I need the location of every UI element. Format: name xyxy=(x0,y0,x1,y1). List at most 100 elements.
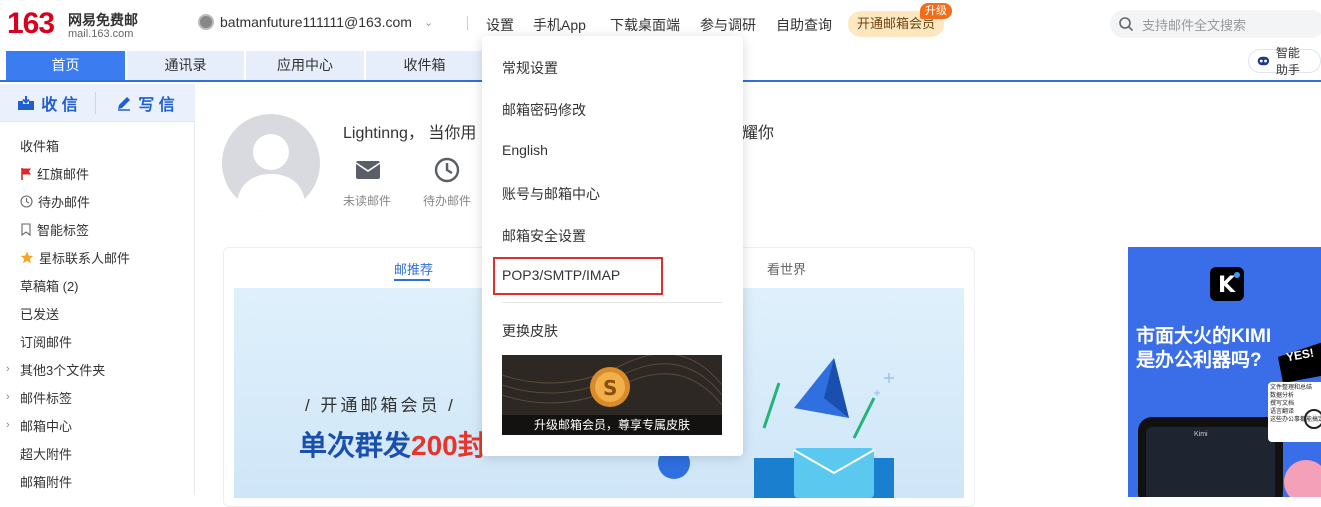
search-input[interactable]: 支持邮件全文搜索 xyxy=(1142,15,1246,34)
nav-mobile-app[interactable]: 手机App xyxy=(533,15,586,35)
sidebar-item-label: 已发送 xyxy=(20,306,60,322)
ad-note: 语言翻译 xyxy=(1270,409,1295,415)
sidebar-item-drafts[interactable]: 草稿箱 (2) xyxy=(20,276,79,294)
banner-title: 单次群发200封 xyxy=(299,424,486,464)
chevron-right-icon[interactable]: › xyxy=(6,419,10,431)
default-avatar-icon xyxy=(236,134,306,212)
ad-line-1: 市面大火的KIMI xyxy=(1136,326,1272,347)
sidebar-item-sent[interactable]: 已发送 xyxy=(20,304,59,322)
bookmark-icon xyxy=(21,222,31,236)
sidebar-item-label: 待办邮件 xyxy=(38,194,91,210)
write-mail-button[interactable]: 写 信 xyxy=(96,84,195,122)
ad-note: 这些办公事都能搞定! xyxy=(1270,417,1321,423)
nav-desktop-download[interactable]: 下载桌面端 xyxy=(610,15,680,35)
chevron-right-icon[interactable]: › xyxy=(6,391,10,403)
nav-settings[interactable]: 设置 xyxy=(486,15,514,35)
menu-divider xyxy=(502,302,722,303)
chevron-right-icon[interactable]: › xyxy=(6,363,10,375)
nav-self-service[interactable]: 自助查询 xyxy=(776,15,832,35)
kimi-ad-graphic: K xyxy=(1128,247,1321,497)
sidebar-item-label: 邮箱中心 xyxy=(20,418,73,434)
sidebar-item-starred-contacts[interactable]: 星标联系人邮件 xyxy=(20,248,130,266)
header-divider xyxy=(467,16,468,30)
smart-assistant-button[interactable]: 智能助手 xyxy=(1248,46,1321,77)
banner-title-highlight: 200封 xyxy=(411,430,486,461)
sidebar-item-label: 智能标签 xyxy=(37,222,90,238)
ad-note: 数据分析 xyxy=(1270,393,1295,399)
menu-account-center[interactable]: 账号与邮箱中心 xyxy=(502,184,600,204)
highlight-box xyxy=(493,257,663,295)
unread-mail-label[interactable]: 未读邮件 xyxy=(343,192,391,209)
unread-mail-icon[interactable] xyxy=(353,156,383,184)
ad-line-2: 是办公利器吗? xyxy=(1136,350,1262,371)
menu-change-password[interactable]: 邮箱密码修改 xyxy=(502,100,586,120)
greeting-text: Lightinng， 当你用 xyxy=(343,125,477,142)
upgrade-badge: 升级 xyxy=(920,3,952,19)
write-label: 写 信 xyxy=(138,97,175,114)
ad-note: 文件整理和总结 xyxy=(1270,385,1313,391)
sidebar-item-mail-center[interactable]: › 邮箱中心 xyxy=(6,416,73,434)
sidebar-item-large-attachments[interactable]: 超大附件 xyxy=(20,444,72,462)
menu-security-settings[interactable]: 邮箱安全设置 xyxy=(502,226,586,246)
logo-name: 网易免费邮 xyxy=(68,12,138,28)
ad-notes: 文件整理和总结 数据分析 撰写文档 语言翻译 这些办公事都能搞定! xyxy=(1270,384,1321,424)
tab-contacts[interactable]: 通讯录 xyxy=(127,51,244,80)
banner-subtitle: / 开通邮箱会员 / xyxy=(305,396,456,415)
todo-mail-label[interactable]: 待办邮件 xyxy=(423,192,471,209)
tab-inbox[interactable]: 收件箱 xyxy=(366,51,483,80)
sidebar-item-smart-tags[interactable]: 智能标签 xyxy=(20,220,89,238)
sidebar-item-label: 其他3个文件夹 xyxy=(20,362,106,378)
receive-label: 收 信 xyxy=(41,97,78,114)
user-avatar[interactable] xyxy=(222,114,320,212)
search-box[interactable]: 支持邮件全文搜索 xyxy=(1110,10,1321,38)
chevron-down-icon: ⌄ xyxy=(423,16,434,29)
sidebar-item-label: 邮箱附件 xyxy=(20,474,73,490)
star-icon xyxy=(20,251,34,263)
menu-change-skin[interactable]: 更换皮肤 xyxy=(502,321,558,341)
nav-survey[interactable]: 参与调研 xyxy=(700,15,756,35)
tab-mail-recommend[interactable]: 邮推荐 xyxy=(394,259,433,278)
sidebar-item-label: 收件箱 xyxy=(20,138,60,154)
account-avatar-icon xyxy=(198,14,214,30)
menu-english[interactable]: English xyxy=(502,142,548,158)
greeting-text-tail: 耀你 xyxy=(742,125,775,142)
sidebar-item-mail-tags[interactable]: › 邮件标签 xyxy=(6,388,73,406)
ad-note: 撰写文档 xyxy=(1270,401,1295,407)
tab-app-center[interactable]: 应用中心 xyxy=(246,51,364,80)
banner-title-prefix: 单次群发 xyxy=(299,430,412,461)
svg-text:S: S xyxy=(603,376,617,400)
sidebar-item-label: 星标联系人邮件 xyxy=(39,250,131,266)
logo-163[interactable]: 163 xyxy=(7,7,55,41)
sidebar-item-label: 订阅邮件 xyxy=(20,334,73,350)
clock-icon xyxy=(20,194,33,208)
robot-icon xyxy=(1257,56,1270,66)
active-tab-underline xyxy=(394,279,430,281)
inbox-download-icon xyxy=(18,96,35,110)
tab-see-world[interactable]: 看世界 xyxy=(767,259,806,278)
svg-text:K: K xyxy=(1218,273,1236,298)
sidebar-item-inbox[interactable]: 收件箱 xyxy=(20,136,59,154)
account-email: batmanfuture111111@163.com xyxy=(220,14,412,30)
account-switcher[interactable]: batmanfuture111111@163.com ⌄ xyxy=(198,14,433,30)
sidebar-item-label: 草稿箱 (2) xyxy=(20,278,79,294)
menu-general-settings[interactable]: 常规设置 xyxy=(502,58,558,78)
tab-home[interactable]: 首页 xyxy=(6,51,125,80)
pen-icon xyxy=(118,97,131,111)
sidebar-item-todo[interactable]: 待办邮件 xyxy=(20,192,90,210)
sidebar-item-flagged[interactable]: 红旗邮件 xyxy=(20,164,89,182)
sidebar-item-label: 邮件标签 xyxy=(20,390,73,406)
sidebar-item-attachments[interactable]: 邮箱附件 xyxy=(20,472,72,490)
sidebar-item-other-folders[interactable]: › 其他3个文件夹 xyxy=(6,360,106,378)
assistant-label: 智能助手 xyxy=(1275,46,1300,77)
kimi-ad[interactable]: K 市面大火的KIMI 是办公利器吗? YES! 文件整理和总结 数据分析 撰写… xyxy=(1128,247,1321,497)
sidebar-item-subscriptions[interactable]: 订阅邮件 xyxy=(20,332,72,350)
todo-clock-icon[interactable] xyxy=(432,156,462,184)
skin-promo-caption: 升级邮箱会员，尊享专属皮肤 xyxy=(502,415,722,435)
search-icon xyxy=(1119,17,1134,32)
receive-mail-button[interactable]: 收 信 xyxy=(0,84,95,122)
ad-app-name: Kimi xyxy=(1194,431,1208,438)
sidebar-item-label: 超大附件 xyxy=(20,446,73,462)
sidebar-item-label: 红旗邮件 xyxy=(37,166,90,182)
logo-domain: mail.163.com xyxy=(68,28,134,40)
red-flag-icon xyxy=(21,167,31,180)
